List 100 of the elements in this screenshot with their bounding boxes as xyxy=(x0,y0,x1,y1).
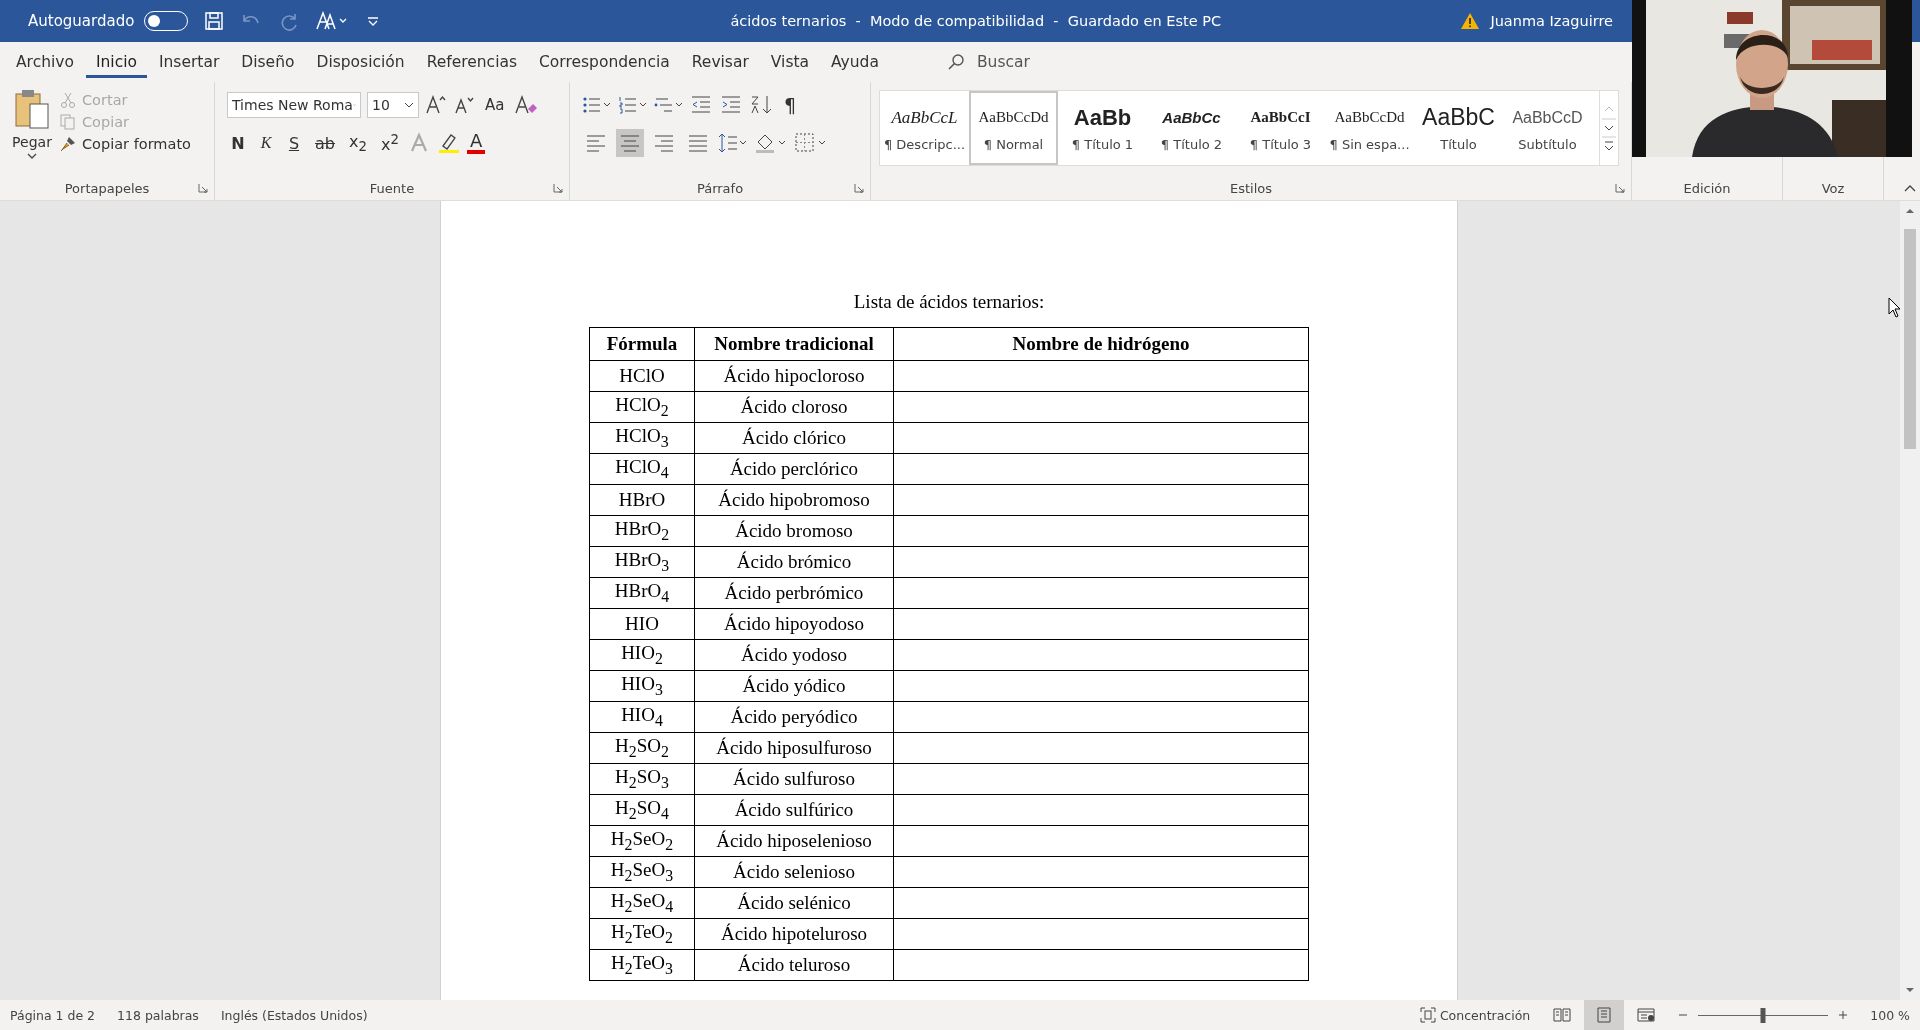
line-spacing-icon[interactable] xyxy=(718,132,748,154)
table-cell: HClO$_{4}$ xyxy=(589,453,695,485)
table-cell: Ácido hiposulfuroso xyxy=(694,732,894,764)
language-status[interactable]: Inglés (Estados Unidos) xyxy=(220,1007,368,1023)
search-field[interactable]: Buscar xyxy=(974,52,1099,72)
table-cell: Ácido peryódico xyxy=(694,701,894,733)
dialog-launcher-icon[interactable] xyxy=(198,183,208,193)
change-case-button[interactable]: Aa xyxy=(481,94,509,116)
ribbon-tab[interactable]: Revisar xyxy=(681,47,759,77)
book-icon xyxy=(1553,1007,1572,1023)
clipboard-command[interactable]: Copiar formato xyxy=(60,136,191,152)
style-item[interactable]: AaBbCcL ¶ Descripc... xyxy=(880,91,969,165)
save-icon[interactable] xyxy=(204,11,225,31)
ribbon-tab[interactable]: Diseño xyxy=(231,47,305,77)
caret-icon xyxy=(404,101,414,109)
column-header: Nombre tradicional xyxy=(694,327,894,361)
ribbon-tab[interactable]: Archivo xyxy=(6,47,84,77)
clear-formatting-icon[interactable] xyxy=(514,94,539,116)
dialog-launcher-icon[interactable] xyxy=(1615,183,1625,193)
search-icon xyxy=(946,53,965,71)
highlighter-icon[interactable] xyxy=(436,132,461,154)
user-name[interactable]: Juanma Izaguirre xyxy=(1490,13,1613,29)
format-button[interactable]: ab xyxy=(311,131,339,155)
ribbon-tab[interactable]: Vista xyxy=(760,47,820,77)
table-cell: Ácido bromoso xyxy=(694,515,894,547)
dialog-launcher-icon[interactable] xyxy=(854,183,864,193)
focus-button[interactable]: Concentración xyxy=(1419,1007,1531,1023)
focus-icon xyxy=(1419,1007,1436,1023)
ribbon-tab[interactable]: Referencias xyxy=(416,47,528,77)
table-cell: Ácido sulfuroso xyxy=(694,763,894,795)
font-name-field[interactable]: Times New Roma xyxy=(227,92,361,118)
table-cell: Ácido cloroso xyxy=(694,391,894,423)
table-cell: H$_{2}$TeO$_{3}$ xyxy=(589,949,695,981)
column-header: Fórmula xyxy=(589,327,695,361)
scrollbar-thumb[interactable] xyxy=(1904,229,1916,449)
ribbon-tab[interactable]: Ayuda xyxy=(821,47,889,77)
style-item[interactable]: AaBb ¶ Título 1 xyxy=(1058,91,1147,165)
collapse-ribbon-icon[interactable] xyxy=(1904,184,1916,192)
table-cell: HIO$_{4}$ xyxy=(589,701,695,733)
shading-icon[interactable] xyxy=(754,132,788,154)
table-cell: Ácido perclórico xyxy=(694,453,894,485)
table-cell: Ácido perbrómico xyxy=(694,577,894,609)
view-mode-button[interactable] xyxy=(1584,1000,1625,1030)
font-size-field[interactable]: 10 xyxy=(367,92,419,118)
table-cell: Ácido hipocloroso xyxy=(694,360,894,392)
borders-icon[interactable] xyxy=(794,132,828,154)
style-item[interactable]: AaBbC Título xyxy=(1414,91,1503,165)
show-formatting-button[interactable]: ¶ xyxy=(780,92,801,118)
style-item[interactable]: AaBbCcDd ¶ Sin espa... xyxy=(1325,91,1414,165)
zoom-slider-thumb[interactable] xyxy=(1760,1007,1766,1023)
format-button[interactable]: N xyxy=(227,131,249,155)
table-cell: HIO$_{3}$ xyxy=(589,670,695,702)
document-heading: Lista de ácidos ternarios: xyxy=(853,291,1045,313)
table-cell: H$_{2}$SO$_{3}$ xyxy=(589,763,695,795)
word-count[interactable]: 118 palabras xyxy=(117,1007,199,1023)
format-button[interactable]: K xyxy=(255,132,277,154)
table-cell: Ácido yodoso xyxy=(694,639,894,671)
ribbon-tab[interactable]: Disposición xyxy=(306,47,415,77)
style-item[interactable]: AaBbCc ¶ Título 2 xyxy=(1147,91,1236,165)
paintbrush-icon xyxy=(60,136,76,152)
window-title: ácidos ternarios - Modo de compatibilidad - Guardado en Este PC xyxy=(730,13,1223,29)
format-button[interactable]: x$^{2}$ xyxy=(376,129,403,157)
table-cell: Ácido sulfúrico xyxy=(694,794,894,826)
table-cell: Ácido selenioso xyxy=(694,856,894,888)
zoom-in-icon[interactable] xyxy=(1838,1010,1849,1020)
format-button[interactable]: S xyxy=(283,131,305,155)
style-item[interactable]: AaBbCcDd ¶ Normal xyxy=(969,91,1058,165)
autosave-label: Autoguardado xyxy=(28,12,135,30)
zoom-level[interactable]: 100 % xyxy=(1870,1007,1910,1023)
format-button[interactable]: x$_{2}$ xyxy=(344,129,371,157)
page-count[interactable]: Página 1 de 2 xyxy=(10,1007,96,1023)
page-icon xyxy=(1595,1007,1614,1023)
font-color-button[interactable]: A xyxy=(466,132,486,154)
ribbon-tab[interactable]: Insertar xyxy=(148,47,230,77)
style-item[interactable]: AaBbCcI ¶ Título 3 xyxy=(1236,91,1325,165)
paste-button[interactable]: Pegar xyxy=(12,88,52,172)
vertical-scrollbar[interactable] xyxy=(1900,201,1920,1000)
dialog-launcher-icon[interactable] xyxy=(553,183,563,193)
table-cell: HIO xyxy=(589,608,695,640)
scroll-up-icon[interactable] xyxy=(1905,207,1915,215)
grow-font-icon[interactable] xyxy=(425,94,447,116)
table-cell: H$_{2}$SeO$_{3}$ xyxy=(589,856,695,888)
table-cell: Ácido teluroso xyxy=(694,949,894,981)
gallery-scroll-buttons[interactable] xyxy=(1599,91,1618,165)
table-cell: HClO xyxy=(589,360,695,392)
table-cell: HBrO$_{3}$ xyxy=(589,546,695,578)
table-cell: HClO$_{3}$ xyxy=(589,422,695,454)
table-cell: HIO$_{2}$ xyxy=(589,639,695,671)
mouse-pointer-icon xyxy=(1888,297,1902,319)
table-cell: HBrO$_{4}$ xyxy=(589,577,695,609)
table-cell: Ácido selénico xyxy=(694,887,894,919)
table-cell: Ácido hipobromoso xyxy=(694,484,894,516)
table-cell: HClO$_{2}$ xyxy=(589,391,695,423)
scroll-down-icon[interactable] xyxy=(1905,986,1915,994)
scissors-icon xyxy=(60,92,76,108)
style-item[interactable]: AaBbCcD Subtítulo xyxy=(1503,91,1592,165)
ribbon-tab[interactable]: Inicio xyxy=(85,46,147,78)
sort-icon[interactable] xyxy=(750,94,774,116)
ribbon-tab[interactable]: Correspondencia xyxy=(529,47,680,77)
group-label: Párrafo xyxy=(696,180,744,196)
